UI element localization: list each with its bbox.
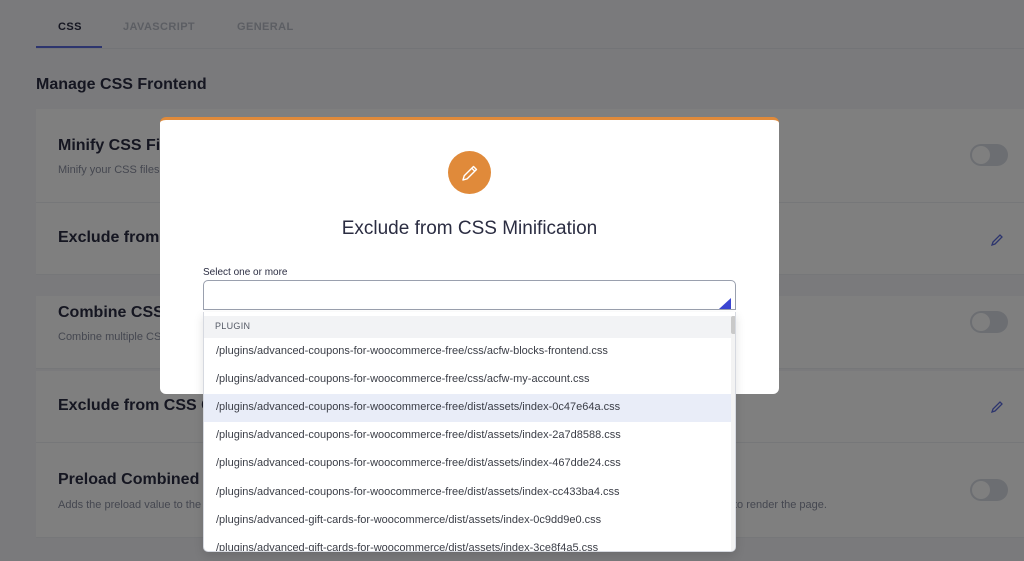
dropdown-option[interactable]: /plugins/advanced-coupons-for-woocommerc… xyxy=(204,366,731,394)
select-dropdown: PLUGIN /plugins/advanced-coupons-for-woo… xyxy=(203,312,736,552)
dropdown-option[interactable]: /plugins/advanced-coupons-for-woocommerc… xyxy=(204,394,731,422)
dropdown-option[interactable]: /plugins/advanced-coupons-for-woocommerc… xyxy=(204,479,731,507)
dropdown-scrollbar[interactable] xyxy=(731,316,735,551)
field-label: Select one or more xyxy=(203,267,288,278)
resize-handle-icon[interactable] xyxy=(719,298,731,309)
multi-select-input[interactable] xyxy=(203,280,736,310)
pencil-icon xyxy=(448,151,491,194)
dropdown-option[interactable]: /plugins/advanced-coupons-for-woocommerc… xyxy=(204,422,731,450)
dropdown-option[interactable]: /plugins/advanced-coupons-for-woocommerc… xyxy=(204,450,731,478)
dropdown-option[interactable]: /plugins/advanced-gift-cards-for-woocomm… xyxy=(204,535,731,551)
option-group-header: PLUGIN xyxy=(204,316,731,338)
dropdown-option[interactable]: /plugins/advanced-coupons-for-woocommerc… xyxy=(204,338,731,366)
dropdown-option[interactable]: /plugins/advanced-gift-cards-for-woocomm… xyxy=(204,507,731,535)
dropdown-scroll-thumb[interactable] xyxy=(731,316,735,334)
modal-title: Exclude from CSS Minification xyxy=(341,218,598,239)
